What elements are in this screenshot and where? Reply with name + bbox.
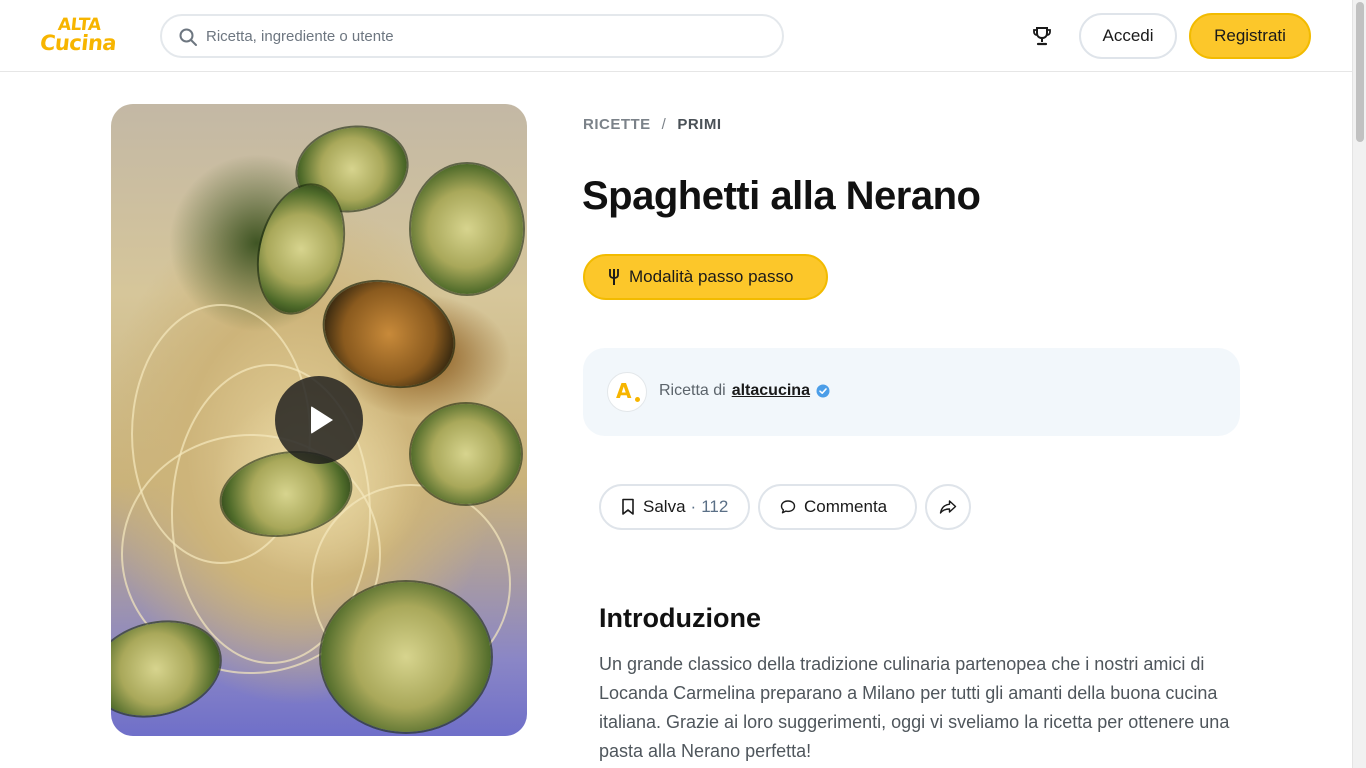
recipe-actions: Salva · 112 Commenta <box>599 484 979 530</box>
intro-text: Un grande classico della tradizione culi… <box>599 654 1230 761</box>
search-input[interactable] <box>206 24 766 48</box>
trophy-icon[interactable] <box>1030 24 1054 48</box>
verified-badge-icon <box>816 384 830 398</box>
save-label: Salva <box>643 497 686 516</box>
zucchini-slice <box>411 404 521 504</box>
share-button[interactable] <box>925 484 971 530</box>
avatar-dot <box>635 397 640 402</box>
author-card: A Ricetta di altacucina <box>583 348 1240 436</box>
save-button[interactable]: Salva · 112 <box>599 484 750 530</box>
breadcrumb-primi[interactable]: PRIMI <box>677 116 721 133</box>
comment-button[interactable]: Commenta <box>758 484 917 530</box>
page-scrollbar[interactable] <box>1352 0 1366 768</box>
breadcrumb: RICETTE / PRIMI <box>583 114 722 134</box>
comment-label: Commenta <box>804 497 888 516</box>
author-avatar[interactable]: A <box>607 372 647 412</box>
comment-icon <box>780 500 796 514</box>
play-button[interactable] <box>275 376 363 464</box>
save-separator: · <box>690 497 697 516</box>
site-header: ALTA Cucina Accedi Registrati <box>0 0 1352 72</box>
bookmark-icon <box>622 498 634 515</box>
fork-icon <box>609 269 619 285</box>
logo-line-2: Cucina <box>38 31 118 55</box>
intro-heading: Introduzione <box>599 603 761 633</box>
author-line: Ricetta di altacucina <box>659 382 830 400</box>
site-logo[interactable]: ALTA Cucina <box>38 14 130 58</box>
play-icon <box>311 406 333 434</box>
breadcrumb-ricette[interactable]: RICETTE <box>583 116 651 133</box>
zucchini-slice <box>411 164 523 294</box>
login-button[interactable]: Accedi <box>1079 13 1177 59</box>
recipe-video[interactable] <box>111 104 527 736</box>
step-by-step-label: Modalità passo passo <box>629 267 794 286</box>
author-link[interactable]: altacucina <box>732 382 810 400</box>
share-icon <box>939 500 957 514</box>
breadcrumb-separator: / <box>661 115 667 133</box>
recipe-title: Spaghetti alla Nerano <box>582 174 981 218</box>
register-button[interactable]: Registrati <box>1189 13 1311 59</box>
search-icon <box>179 28 197 46</box>
save-count: 112 <box>701 497 729 516</box>
step-by-step-button[interactable]: Modalità passo passo <box>583 254 828 300</box>
author-prefix: Ricetta di <box>659 382 726 399</box>
avatar-letter: A <box>616 379 632 403</box>
zucchini-slice <box>321 582 491 732</box>
search-bar[interactable] <box>160 14 784 58</box>
scrollbar-thumb[interactable] <box>1356 2 1364 142</box>
